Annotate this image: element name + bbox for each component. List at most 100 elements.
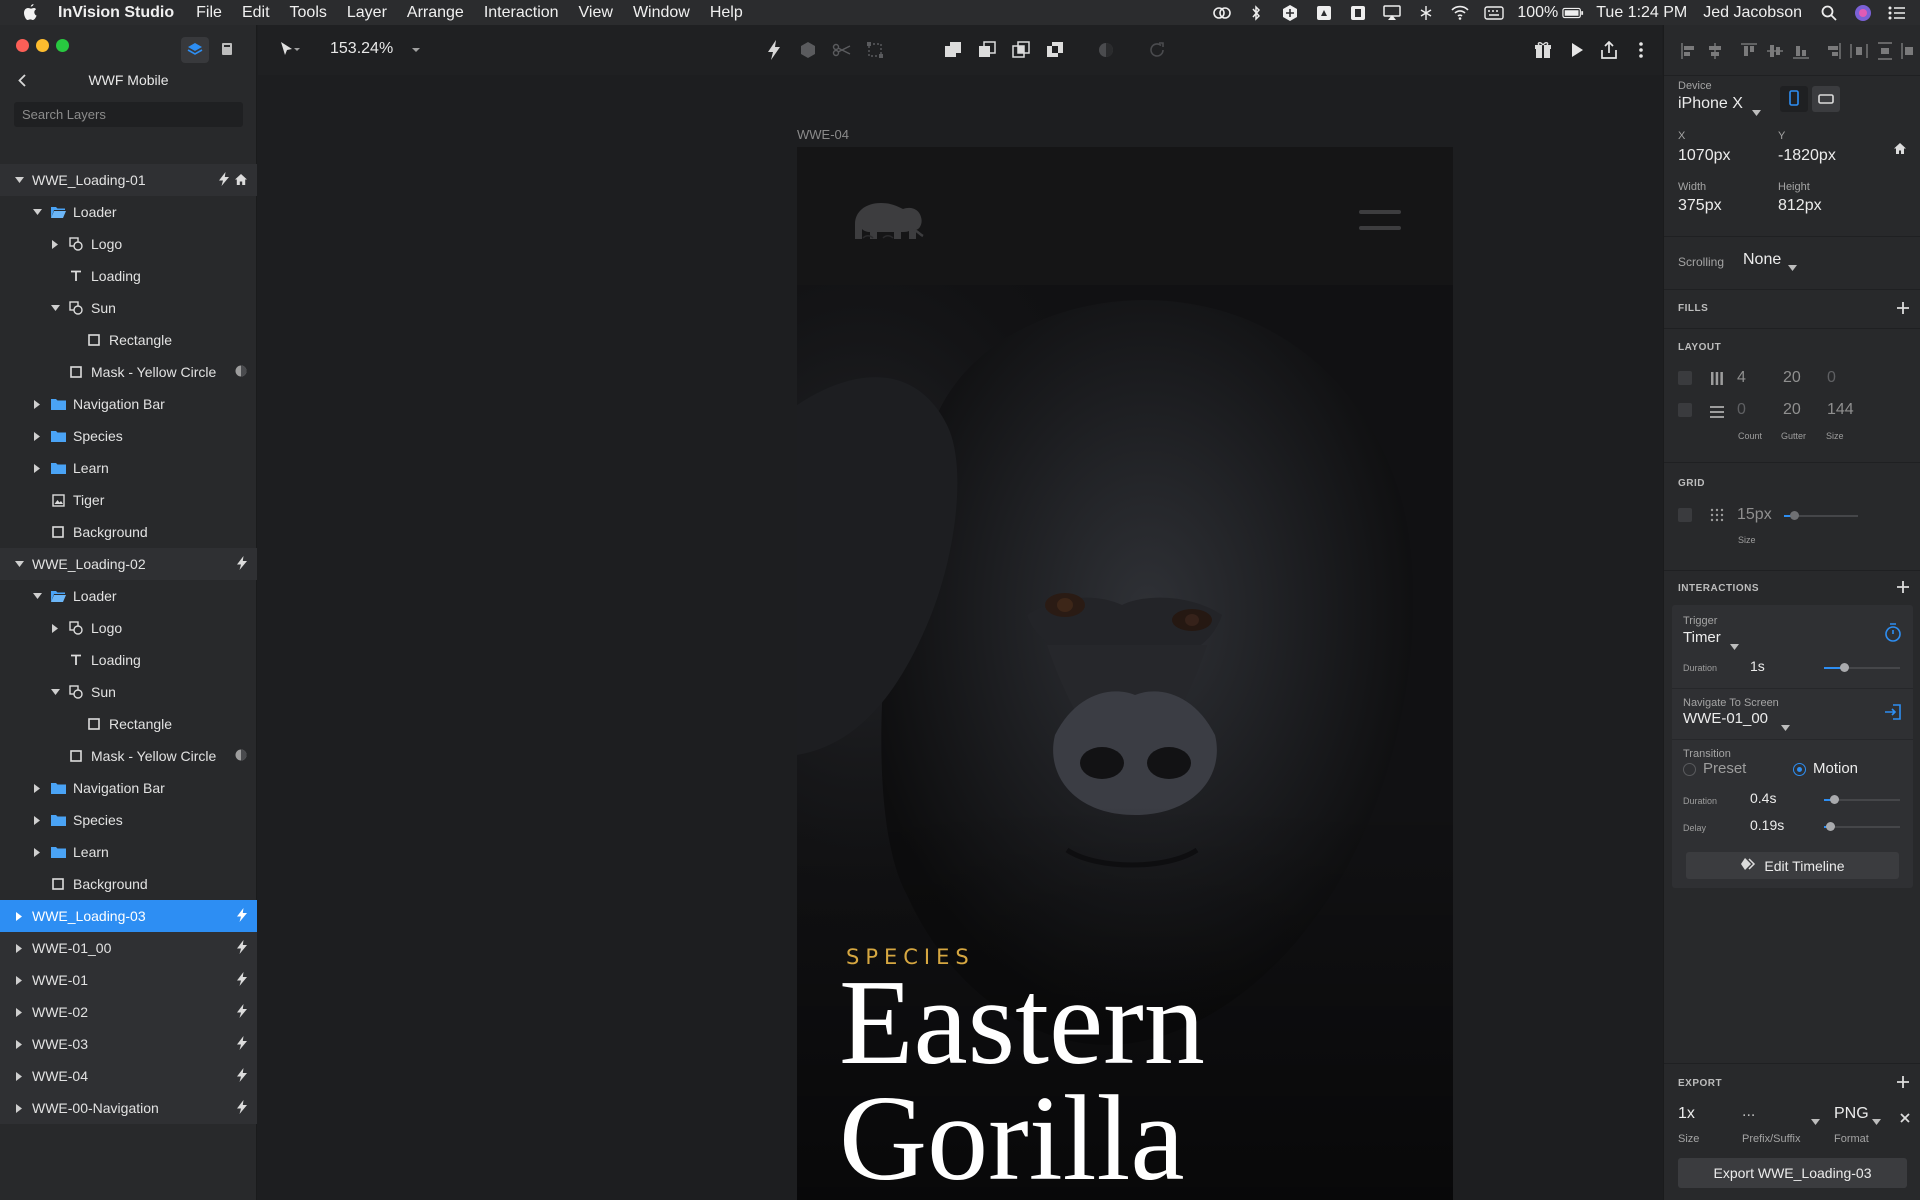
export-format-select[interactable]: PNG (1834, 1105, 1869, 1123)
interaction-bolt-icon[interactable] (219, 172, 229, 189)
bluetooth-device-icon[interactable] (1415, 4, 1437, 22)
chevron-down-icon[interactable] (32, 591, 42, 601)
chevron-right-icon[interactable] (14, 1071, 24, 1081)
height-field[interactable]: 812px (1778, 197, 1822, 215)
search-layers-input[interactable] (14, 102, 243, 127)
layout-columns-size[interactable]: 0 (1827, 369, 1836, 387)
spotlight-icon[interactable] (1818, 4, 1840, 22)
menu-view[interactable]: View (579, 4, 613, 22)
chevron-right-icon[interactable] (14, 975, 24, 985)
more-options-icon[interactable] (1630, 39, 1652, 61)
transition-motion-radio[interactable] (1793, 763, 1806, 776)
transform-icon[interactable] (864, 39, 886, 61)
menu-window[interactable]: Window (633, 4, 690, 22)
transition-preset-radio[interactable] (1683, 763, 1696, 776)
menu-tools[interactable]: Tools (290, 4, 327, 22)
notification-center-icon[interactable] (1886, 4, 1908, 22)
artboard-row[interactable]: WWE-01_00 (0, 932, 257, 964)
menu-arrange[interactable]: Arrange (407, 4, 464, 22)
chevron-down-icon[interactable] (50, 687, 60, 697)
airplay-icon[interactable] (1381, 4, 1403, 22)
minimize-window-button[interactable] (36, 39, 49, 52)
components-tab[interactable] (213, 37, 241, 63)
y-field[interactable]: -1820px (1778, 147, 1836, 165)
layer-row[interactable]: Sun (0, 676, 257, 708)
interaction-bolt-icon[interactable] (237, 972, 247, 989)
interaction-bolt-icon[interactable] (237, 1068, 247, 1085)
portrait-orientation-button[interactable] (1780, 86, 1808, 112)
bluetooth-icon[interactable] (1245, 4, 1267, 22)
layer-row[interactable]: Species (0, 420, 257, 452)
creative-cloud-icon[interactable] (1211, 4, 1233, 22)
artboard-row[interactable]: WWE_Loading-03 (0, 900, 257, 932)
layer-row[interactable]: Background (0, 868, 257, 900)
artboard-row[interactable]: WWE-03 (0, 1028, 257, 1060)
menu-edit[interactable]: Edit (242, 4, 270, 22)
subtract-icon[interactable] (976, 39, 998, 61)
home-screen-icon[interactable] (1893, 142, 1907, 158)
layer-row[interactable]: Logo (0, 612, 257, 644)
interaction-bolt-icon[interactable] (237, 940, 247, 957)
layer-row[interactable]: Rectangle (0, 324, 257, 356)
export-button[interactable]: Export WWE_Loading-03 (1678, 1158, 1907, 1188)
difference-icon[interactable] (1044, 39, 1066, 61)
menu-interaction[interactable]: Interaction (484, 4, 559, 22)
align-bottom-icon[interactable] (1792, 42, 1810, 60)
distribute-horizontal-icon[interactable] (1850, 42, 1868, 60)
sync-icon[interactable] (1279, 4, 1301, 22)
component-icon[interactable] (797, 39, 819, 61)
trigger-duration-slider-knob[interactable] (1840, 663, 1849, 672)
chevron-down-icon[interactable] (14, 175, 24, 185)
chevron-down-icon[interactable] (50, 303, 60, 313)
layout-rows-checkbox[interactable] (1678, 403, 1692, 417)
export-format-chevron-down-icon[interactable] (1872, 1112, 1881, 1128)
distribute-vertical-icon[interactable] (1876, 42, 1894, 60)
layout-rows-count[interactable]: 0 (1737, 401, 1746, 419)
interaction-bolt-icon[interactable] (237, 908, 247, 925)
bolt-icon[interactable] (763, 39, 785, 61)
trigger-chevron-down-icon[interactable] (1730, 637, 1739, 653)
grid-size-field[interactable]: 15px (1737, 506, 1772, 524)
layout-columns-count[interactable]: 4 (1737, 369, 1746, 387)
delay-slider-knob[interactable] (1826, 822, 1835, 831)
design-canvas[interactable]: WWE-04 SPECIES Eastern Gorilla (258, 75, 1662, 1200)
delay-field[interactable]: 0.19s (1750, 817, 1784, 833)
align-left-icon[interactable] (1680, 42, 1698, 60)
chevron-right-icon[interactable] (50, 239, 60, 249)
device-select[interactable]: iPhone X (1678, 95, 1743, 113)
navigate-chevron-down-icon[interactable] (1781, 718, 1790, 734)
wwf-logo-icon[interactable] (849, 194, 931, 247)
siri-icon[interactable] (1852, 4, 1874, 22)
chevron-down-icon[interactable] (32, 207, 42, 217)
transition-duration-slider-knob[interactable] (1830, 795, 1839, 804)
add-export-plus-icon[interactable] (1896, 1075, 1910, 1089)
cardhop-icon[interactable] (1347, 4, 1369, 22)
menu-file[interactable]: File (196, 4, 222, 22)
chevron-right-icon[interactable] (14, 1103, 24, 1113)
grid-size-slider-knob[interactable] (1790, 511, 1799, 520)
x-field[interactable]: 1070px (1678, 147, 1731, 165)
interaction-bolt-icon[interactable] (237, 1100, 247, 1117)
layout-rows-size[interactable]: 144 (1827, 401, 1854, 419)
layer-row[interactable]: Background (0, 516, 257, 548)
chevron-right-icon[interactable] (32, 815, 42, 825)
interaction-bolt-icon[interactable] (237, 556, 247, 573)
add-interaction-plus-icon[interactable] (1896, 580, 1910, 594)
transition-motion-label[interactable]: Motion (1813, 760, 1858, 777)
chevron-right-icon[interactable] (32, 399, 42, 409)
tidy-up-icon[interactable] (1900, 42, 1918, 60)
artboard[interactable]: SPECIES Eastern Gorilla (797, 147, 1453, 1200)
remove-export-close-icon[interactable] (1900, 1110, 1910, 1126)
chevron-right-icon[interactable] (50, 623, 60, 633)
user-name[interactable]: Jed Jacobson (1703, 4, 1802, 22)
artboard-name[interactable]: WWE-04 (797, 127, 849, 142)
artboard-row[interactable]: WWE_Loading-01 (0, 164, 257, 196)
scissors-icon[interactable] (831, 39, 853, 61)
transition-preset-label[interactable]: Preset (1703, 760, 1746, 777)
scrolling-chevron-down-icon[interactable] (1788, 258, 1797, 274)
menu-app-name[interactable]: InVision Studio (58, 4, 174, 22)
zoom-window-button[interactable] (56, 39, 69, 52)
chevron-right-icon[interactable] (32, 847, 42, 857)
layer-row[interactable]: Navigation Bar (0, 388, 257, 420)
layer-row[interactable]: Loading (0, 644, 257, 676)
